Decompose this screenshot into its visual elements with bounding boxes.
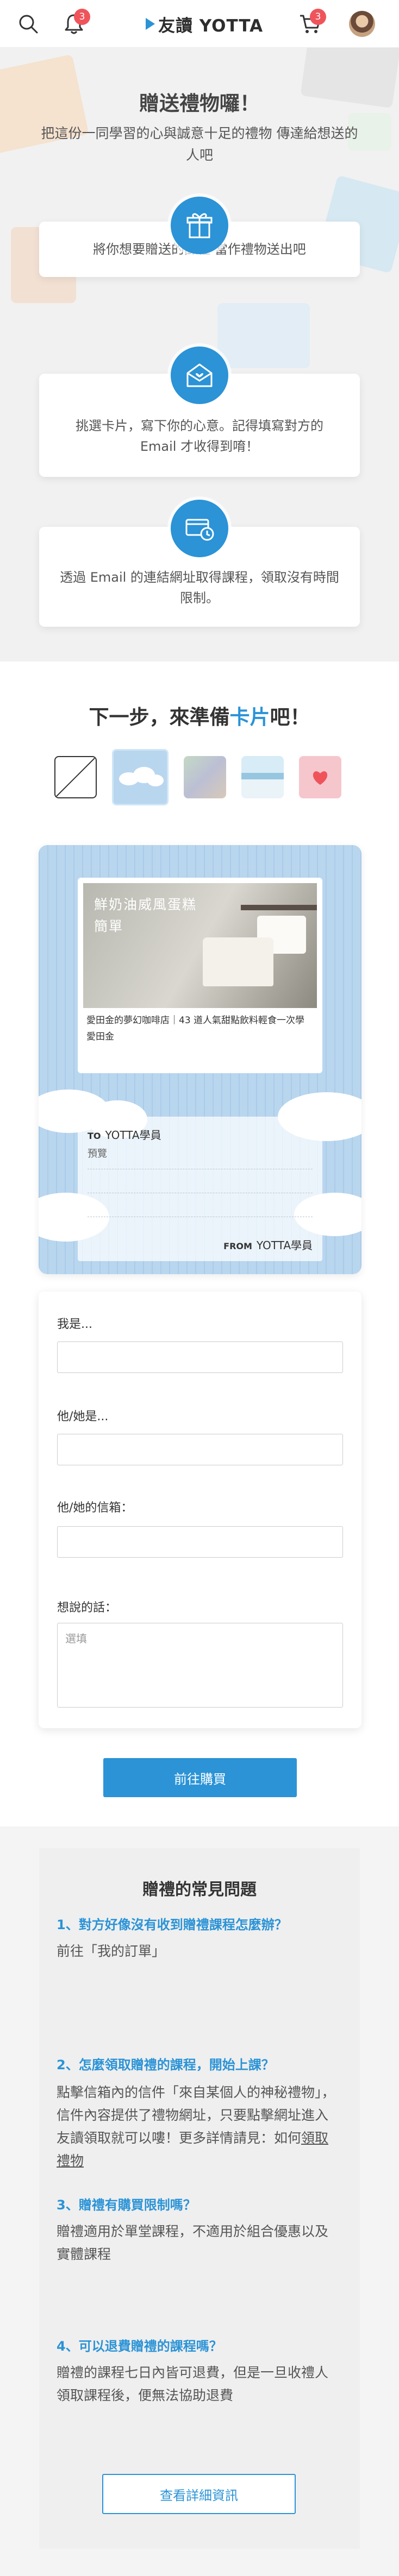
faq-question: 4、可以退費贈禮的課程嗎？ (57, 2339, 222, 2354)
message-textarea[interactable] (57, 1623, 343, 1708)
faq-answer: 點擊信箱內的信件「來自某個人的神秘禮物」，信件內容提供了禮物網址，只要點擊網址進… (57, 2081, 339, 2172)
faq-answer: 贈禮適用於單堂課程，不適用於組合優惠以及實體課程 (57, 2224, 329, 2262)
to-name: YOTTA學員 (105, 1129, 161, 1142)
page-title: 贈送禮物囉！ (139, 92, 260, 115)
page-subtitle: 把這份一同學習的心與誠意十足的禮物 傳達給想送的人吧 (41, 125, 358, 163)
course-image-title-sub: 簡單 (94, 918, 124, 934)
faq-question: 1、對方好像沒有收到贈禮課程怎麼辦？ (57, 1917, 288, 1932)
card-style-clouds[interactable] (112, 749, 169, 805)
card-style-holo[interactable] (184, 756, 226, 798)
cart-icon[interactable]: 3 (298, 9, 326, 36)
notification-count-badge: 3 (74, 9, 90, 25)
recipient-name-input[interactable] (57, 1434, 343, 1465)
faq-answer: 贈禮的課程七日內皆可退費，但是一旦收禮人領取課程後，便無法協助退費 (57, 2365, 329, 2403)
card-message-box: TO YOTTA學員 預覽 FROM YOTTA學員 (78, 1117, 322, 1261)
gift-icon (171, 197, 228, 254)
next-step-title-suffix: 吧！ (270, 706, 310, 729)
avatar[interactable] (349, 11, 375, 37)
from-name: YOTTA學員 (256, 1239, 313, 1252)
faq-question: 2、怎麼領取贈禮的課程，開始上課？ (57, 2057, 275, 2073)
course-description: 愛田金的夢幻咖啡店｜43 道人氣甜點飲料輕食一次學 愛田金 (86, 1015, 305, 1042)
card-style-heart[interactable] (299, 756, 341, 798)
card-to-line: TO YOTTA學員 (88, 1126, 161, 1142)
course-image-title: 鮮奶油威風蛋糕 簡單 (94, 894, 197, 937)
card-from-line: FROM YOTTA學員 (223, 1237, 313, 1252)
course-image: 鮮奶油威風蛋糕 簡單 (83, 883, 317, 1008)
heart-icon (313, 771, 328, 785)
cloud-shape (147, 774, 164, 786)
card-preview-label: 預覽 (88, 1148, 107, 1160)
gift-card-preview: 鮮奶油威風蛋糕 簡單 愛田金的夢幻咖啡店｜43 道人氣甜點飲料輕食一次學 愛田金… (39, 845, 361, 1274)
course-card: 鮮奶油威風蛋糕 簡單 愛田金的夢幻咖啡店｜43 道人氣甜點飲料輕食一次學 愛田金 (78, 878, 322, 1073)
next-step-title-highlight: 卡片 (229, 706, 270, 729)
recipient-name-label: 他/她是... (57, 1410, 109, 1424)
to-label: TO (88, 1131, 101, 1141)
next-step-title-prefix: 下一步，來準備 (89, 706, 230, 729)
card-style-picker (54, 749, 341, 805)
gift-form: 我是... 他/她是... 他/她的信箱： 想說的話： (39, 1292, 361, 1728)
message-label: 想說的話： (57, 1601, 117, 1615)
card-style-none[interactable] (54, 756, 97, 798)
step-text: 透過 Email 的連結網址取得課程，領取沒有時間限制。 (60, 570, 339, 606)
logo[interactable]: 友讀 YOTTA (146, 14, 264, 36)
card-clock-icon (171, 500, 228, 557)
gift-box-decoration (217, 303, 310, 368)
faq-answer-text: 點擊信箱內的信件「來自某個人的神秘禮物」，信件內容提供了禮物網址，只要點擊網址進… (57, 2084, 335, 2146)
step-text: 挑選卡片，寫下你的心意。記得填寫對方的 Email 才收得到唷！ (76, 418, 323, 454)
top-nav: 3 友讀 YOTTA 3 (0, 0, 399, 48)
faq-answer: 前往「我的訂單」 (57, 1943, 166, 1959)
cake-stand-shape (241, 905, 317, 910)
play-logo-icon (146, 18, 155, 30)
recipient-email-input[interactable] (57, 1526, 343, 1558)
cart-count-badge: 3 (310, 9, 326, 25)
faq-question: 3、贈禮有購買限制嗎？ (57, 2197, 196, 2213)
mail-heart-icon (171, 347, 228, 404)
recipient-email-label: 他/她的信箱： (57, 1501, 133, 1515)
sender-name-input[interactable] (57, 1341, 343, 1373)
notification-bell-icon[interactable]: 3 (62, 9, 90, 36)
cake-shape (203, 937, 273, 986)
more-info-button[interactable]: 查看詳細資訊 (102, 2474, 296, 2514)
faq-title: 贈禮的常見問題 (142, 1880, 257, 1899)
search-icon[interactable] (16, 12, 40, 36)
course-image-title-main: 鮮奶油威風蛋糕 (94, 897, 197, 912)
sender-name-label: 我是... (57, 1318, 92, 1331)
next-step-title: 下一步，來準備卡片吧！ (0, 701, 399, 730)
purchase-button[interactable]: 前往購買 (103, 1758, 297, 1797)
logo-text: 友讀 YOTTA (158, 16, 264, 36)
card-style-sky[interactable] (241, 756, 284, 798)
from-label: FROM (223, 1241, 252, 1251)
